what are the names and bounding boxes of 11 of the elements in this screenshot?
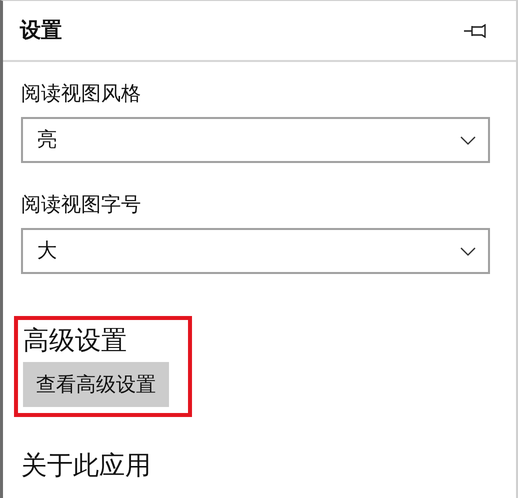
dropdown[interactable]: 大 (21, 228, 490, 274)
chevron-down-icon (460, 246, 476, 256)
setting-label: 阅读视图风格 (21, 82, 141, 107)
panel-title: 设置 (20, 18, 62, 44)
section-heading: 关于此应用 (21, 449, 151, 481)
chevron-down-icon (460, 136, 476, 144)
pin-icon[interactable] (464, 24, 486, 38)
dropdown[interactable]: 亮 (21, 117, 490, 163)
setting-label: 阅读视图字号 (21, 193, 141, 218)
view-advanced-settings-button[interactable]: 查看高级设置 (23, 362, 169, 407)
section-heading: 高级设置 (23, 324, 127, 356)
